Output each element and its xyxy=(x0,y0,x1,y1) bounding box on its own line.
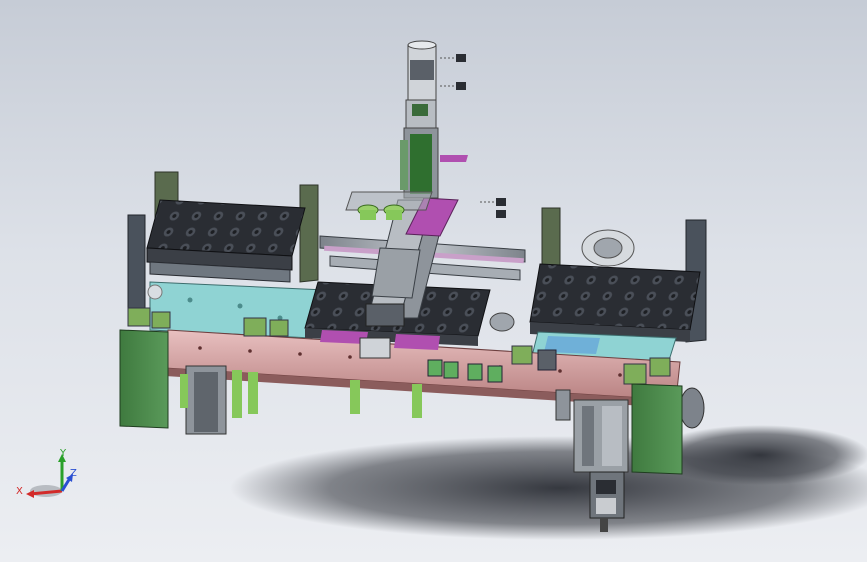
left-tray-stack xyxy=(146,199,306,283)
right-tray-stack xyxy=(529,263,701,342)
axis-triad: X Y Z xyxy=(16,448,77,498)
y-axis-label: Y xyxy=(59,448,67,459)
z-axis-column xyxy=(400,40,468,199)
exploded-fasteners xyxy=(440,54,506,218)
z-axis-label: Z xyxy=(70,468,77,479)
left-green-block xyxy=(119,329,169,429)
left-base-plate xyxy=(147,281,326,339)
right-green-block xyxy=(631,383,683,475)
x-axis-label: X xyxy=(16,486,23,497)
cad-viewport[interactable]: X Y Z xyxy=(0,0,867,562)
floor-shadow xyxy=(230,425,867,540)
